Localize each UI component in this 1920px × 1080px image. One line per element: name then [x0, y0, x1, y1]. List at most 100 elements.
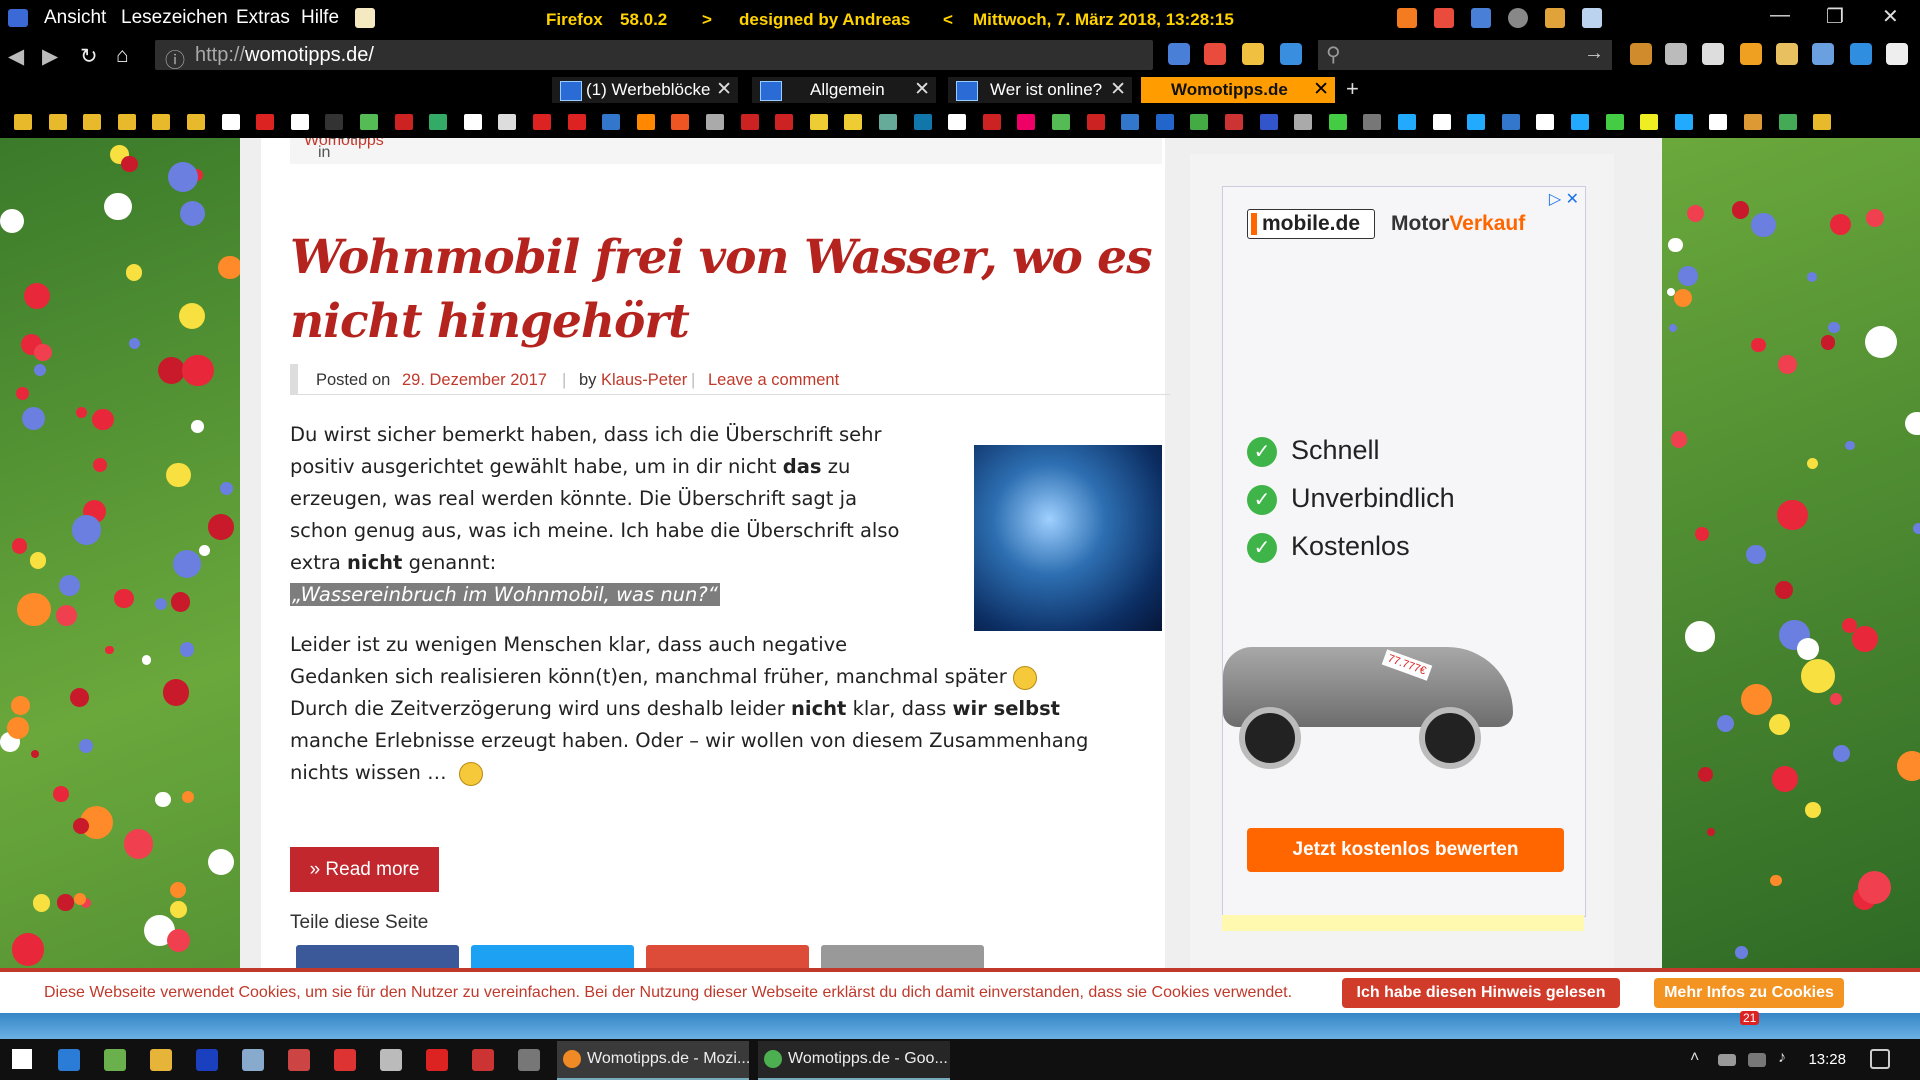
adchoices-icon[interactable]: ▷ ✕ — [1549, 189, 1579, 209]
bookmark-icon[interactable] — [1432, 114, 1451, 130]
bookmark-icon[interactable] — [360, 114, 378, 130]
bookmark-icon[interactable] — [1052, 114, 1070, 130]
bookmark-icon[interactable] — [152, 114, 171, 130]
email-share-button[interactable] — [821, 945, 984, 968]
bookmark-icon[interactable] — [913, 114, 932, 130]
bookmark-icon[interactable] — [1328, 114, 1347, 130]
app-icon[interactable] — [380, 1049, 402, 1071]
menu-ansicht[interactable]: Ansicht — [44, 7, 106, 29]
bookmark-icon[interactable] — [1501, 114, 1520, 130]
bookmark-icon[interactable] — [1121, 114, 1140, 130]
mask-icon[interactable] — [1665, 43, 1687, 65]
addon-icon[interactable] — [1582, 8, 1602, 28]
menu-lesezeichen[interactable]: Lesezeichen — [121, 7, 228, 29]
bookmark-icon[interactable] — [1086, 114, 1105, 130]
bookmark-icon[interactable] — [602, 114, 621, 130]
tray-chevron-icon[interactable]: ˄ — [1690, 1049, 1699, 1067]
bookmark-icon[interactable] — [1225, 114, 1243, 130]
bookmark-icon[interactable] — [429, 114, 448, 130]
tab-close-icon[interactable]: ✕ — [716, 78, 732, 101]
bookmark-icon[interactable] — [1640, 114, 1659, 130]
tab-allgemein[interactable]: Allgemein ✕ — [752, 77, 936, 103]
bookmark-icon[interactable] — [1744, 114, 1762, 130]
bookmark-icon[interactable] — [498, 114, 517, 130]
hamburger-menu-icon[interactable] — [1886, 43, 1908, 65]
clock[interactable]: 13:28 — [1808, 1051, 1846, 1068]
addon-icon[interactable] — [1776, 43, 1798, 65]
advertisement[interactable]: ▷ ✕ mobile.de MotorVerkauf ✓ Schnell ✓ Unv… — [1222, 186, 1586, 917]
notepad-icon[interactable] — [355, 8, 375, 28]
gear-icon[interactable] — [1508, 8, 1528, 28]
addon-icon[interactable] — [1168, 43, 1190, 65]
addon-icon[interactable] — [1630, 43, 1652, 65]
bookmark-icon[interactable] — [844, 114, 863, 130]
app-icon[interactable] — [334, 1049, 356, 1071]
bookmark-icon[interactable] — [187, 114, 205, 130]
article-title[interactable]: Wohnmobil frei von Wasser, wo es nicht h… — [290, 226, 1160, 354]
bookmark-icon[interactable] — [1571, 114, 1589, 130]
firefox-menu-icon[interactable] — [8, 9, 28, 27]
facebook-share-button[interactable] — [296, 945, 459, 968]
bookmark-icon[interactable] — [1536, 114, 1555, 130]
addon-icon[interactable] — [1434, 8, 1454, 28]
bookmark-icon[interactable] — [879, 114, 897, 130]
tab-womotipps[interactable]: Womotipps.de ✕ — [1141, 77, 1335, 103]
bookmark-icon[interactable] — [1190, 114, 1209, 130]
app-icon[interactable] — [472, 1049, 494, 1071]
bookmark-icon[interactable] — [533, 114, 551, 130]
taskbar-chrome[interactable]: Womotipps.de - Goo... — [758, 1041, 950, 1080]
post-date-link[interactable]: 29. Dezember 2017 — [402, 371, 547, 390]
cookie-accept-button[interactable]: Ich habe diesen Hinweis gelesen — [1342, 978, 1620, 1008]
bookmark-icon[interactable] — [221, 114, 240, 130]
restore-icon[interactable]: ❐ — [1826, 4, 1844, 29]
app-icon[interactable] — [196, 1049, 218, 1071]
bookmark-icon[interactable] — [740, 114, 759, 130]
bookmark-icon[interactable] — [117, 114, 136, 130]
bookmark-icon[interactable] — [14, 114, 32, 130]
bookmark-icon[interactable] — [48, 114, 67, 130]
read-more-button[interactable]: » Read more — [290, 847, 439, 892]
bookmark-icon[interactable] — [671, 114, 690, 130]
bookmark-icon[interactable] — [1155, 114, 1174, 130]
addon-icon[interactable] — [1204, 43, 1226, 65]
url-bar[interactable]: ⓘ http://womotipps.de/ — [155, 40, 1153, 73]
bookmark-icon[interactable] — [948, 114, 967, 130]
sync-icon[interactable] — [1850, 43, 1872, 65]
bookmark-icon[interactable] — [809, 114, 828, 130]
addon-icon[interactable] — [1812, 43, 1834, 65]
file-explorer-icon[interactable] — [150, 1049, 172, 1071]
info-icon[interactable]: ⓘ — [165, 44, 185, 73]
bookmark-icon[interactable] — [1017, 114, 1036, 130]
addon-icon[interactable] — [1397, 8, 1417, 28]
search-go-icon[interactable]: → — [1584, 42, 1604, 65]
bookmark-icon[interactable] — [636, 114, 655, 130]
bookmark-icon[interactable] — [1813, 114, 1832, 130]
bookmark-icon[interactable] — [256, 114, 275, 130]
folder-icon[interactable] — [1242, 43, 1264, 65]
app-icon[interactable] — [288, 1049, 310, 1071]
bookmark-icon[interactable] — [83, 114, 102, 130]
menu-extras[interactable]: Extras — [236, 7, 290, 29]
bookmark-icon[interactable] — [1674, 114, 1693, 130]
windows-start-icon[interactable] — [12, 1049, 32, 1069]
search-bar[interactable]: ⚲ → — [1318, 40, 1612, 70]
bookmark-icon[interactable] — [325, 114, 344, 130]
leave-comment-link[interactable]: Leave a comment — [708, 371, 839, 390]
app-icon[interactable] — [426, 1049, 448, 1071]
tab-werbebloecke[interactable]: (1) Werbeblöcke v ✕ — [552, 77, 738, 103]
bookmark-icon[interactable] — [1259, 114, 1278, 130]
folder-icon[interactable] — [1280, 43, 1302, 65]
app-icon[interactable] — [104, 1049, 126, 1071]
app-icon[interactable] — [242, 1049, 264, 1071]
forward-icon[interactable]: ▶ — [42, 44, 58, 69]
addon-icon[interactable] — [1740, 43, 1762, 65]
tab-close-icon[interactable]: ✕ — [1110, 78, 1126, 101]
bookmark-icon[interactable] — [1605, 114, 1624, 130]
bookmark-icon[interactable] — [775, 114, 794, 130]
back-icon[interactable]: ◀ — [8, 44, 24, 69]
cookie-more-info-button[interactable]: Mehr Infos zu Cookies — [1654, 978, 1844, 1008]
battery-icon[interactable] — [1718, 1054, 1736, 1066]
edge-icon[interactable] — [58, 1049, 80, 1071]
tab-close-icon[interactable]: ✕ — [1313, 78, 1329, 101]
home-icon[interactable]: ⌂ — [116, 44, 129, 68]
